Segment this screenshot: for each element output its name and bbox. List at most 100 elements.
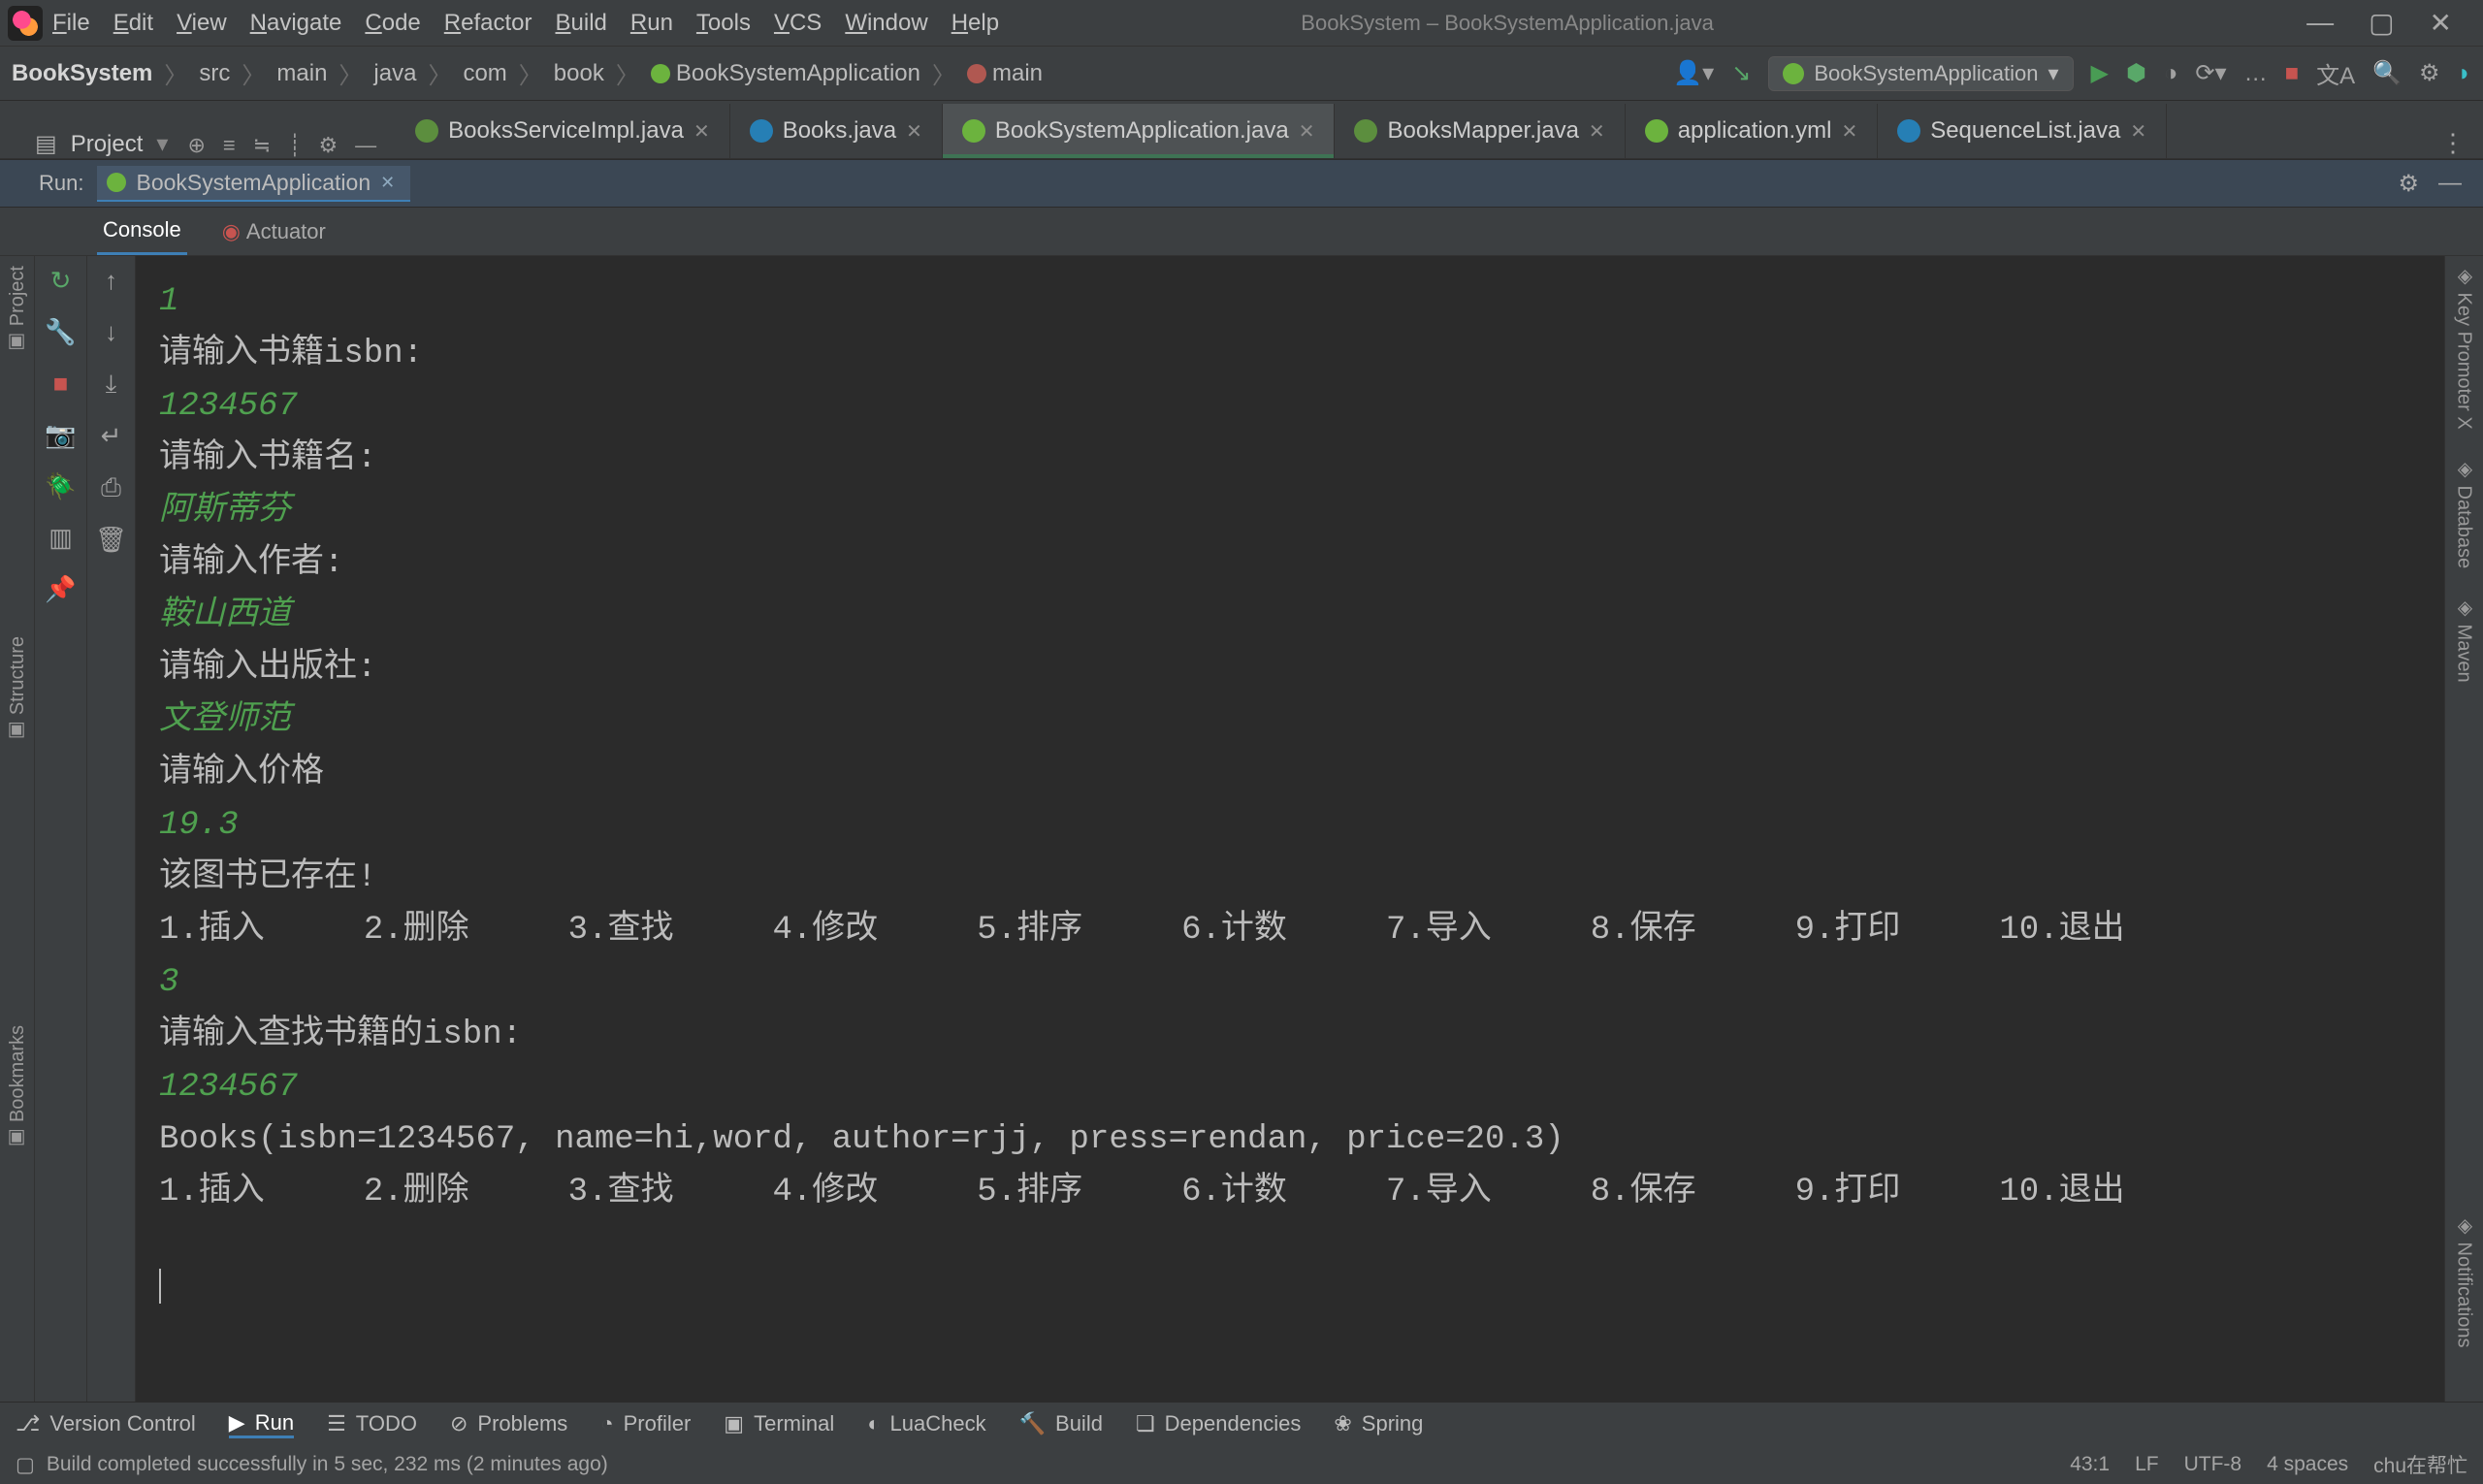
menu-run[interactable]: Run xyxy=(630,10,673,37)
settings-gear-icon[interactable]: ⚙ xyxy=(2419,59,2440,87)
crumb-main[interactable]: main xyxy=(276,60,327,87)
bottom-tool-dependencies[interactable]: ❏Dependencies xyxy=(1136,1411,1301,1436)
up-icon[interactable]: ↑ xyxy=(105,266,117,296)
close-icon[interactable]: ✕ xyxy=(2130,119,2146,144)
close-icon[interactable]: ✕ xyxy=(1841,119,1857,144)
run-icon[interactable]: ▶ xyxy=(2091,59,2109,87)
bottom-tool-run[interactable]: ▶Run xyxy=(229,1410,294,1438)
bottom-tool-terminal[interactable]: ▣Terminal xyxy=(724,1411,834,1436)
close-icon[interactable]: ✕ xyxy=(1589,119,1605,144)
user-icon[interactable]: 👤▾ xyxy=(1673,59,1714,87)
close-icon[interactable]: ✕ xyxy=(906,119,922,144)
select-opened-icon[interactable]: ⊕ xyxy=(187,133,205,158)
print-icon[interactable]: ⎙ xyxy=(101,472,121,503)
status-cell-1[interactable]: LF xyxy=(2135,1453,2159,1476)
console-caret[interactable] xyxy=(159,1261,2421,1313)
menu-vcs[interactable]: VCS xyxy=(774,10,822,37)
crumb-booksystemapplication[interactable]: BookSystemApplication xyxy=(651,60,920,87)
right-tool-key-promoter-x[interactable]: ◈ Key Promoter X xyxy=(2453,264,2476,430)
collapse-all-icon[interactable]: ≒ xyxy=(253,133,271,158)
crumb-booksystem[interactable]: BookSystem xyxy=(12,60,152,87)
menu-view[interactable]: View xyxy=(177,10,227,37)
project-tool[interactable]: ▣ Project xyxy=(6,266,29,355)
menu-window[interactable]: Window xyxy=(845,10,927,37)
maximize-icon[interactable]: ▢ xyxy=(2369,7,2394,39)
minimize-icon[interactable]: — xyxy=(2306,7,2334,39)
editor-tab-application-yml[interactable]: application.yml✕ xyxy=(1626,104,1879,158)
subtab-console[interactable]: Console xyxy=(97,208,187,255)
editor-tab-booksmapper-java[interactable]: BooksMapper.java✕ xyxy=(1335,104,1625,158)
console-output[interactable]: 1请输入书籍isbn:1234567请输入书籍名:阿斯蒂芬请输入作者:鞍山西道请… xyxy=(136,256,2444,1416)
more-tabs-icon[interactable]: ⋮ xyxy=(2440,128,2483,158)
stop-icon[interactable]: ■ xyxy=(2285,60,2300,87)
attach-icon[interactable]: … xyxy=(2244,60,2268,87)
editor-tab-booksystemapplication-java[interactable]: BookSystemApplication.java✕ xyxy=(943,104,1336,158)
pin-icon[interactable]: 📌 xyxy=(45,574,76,604)
menu-edit[interactable]: Edit xyxy=(113,10,153,37)
gear-icon[interactable]: ⚙ xyxy=(2398,170,2419,198)
right-tool-notifications[interactable]: ◈ Notifications xyxy=(2453,1213,2476,1348)
breadcrumb[interactable]: BookSystem〉src〉main〉java〉com〉book〉BookSy… xyxy=(12,56,1043,90)
right-tool-database[interactable]: ◈ Database xyxy=(2453,457,2476,568)
clear-icon[interactable]: 🗑 xyxy=(95,525,127,555)
hide-icon[interactable]: — xyxy=(355,133,376,158)
editor-tab-booksserviceimpl-java[interactable]: BooksServiceImpl.java✕ xyxy=(396,104,730,158)
bottom-tool-todo[interactable]: ☰TODO xyxy=(327,1411,417,1436)
translate-icon[interactable]: 文A xyxy=(2316,56,2355,90)
menu-navigate[interactable]: Navigate xyxy=(250,10,342,37)
menu-build[interactable]: Build xyxy=(556,10,607,37)
crumb-src[interactable]: src xyxy=(199,60,230,87)
status-cell-4[interactable]: chu在帮忙 xyxy=(2373,1450,2467,1479)
wrench-icon[interactable]: 🔧 xyxy=(45,317,76,347)
close-icon[interactable]: ✕ xyxy=(1299,119,1315,144)
bottom-tool-problems[interactable]: ⊘Problems xyxy=(450,1411,567,1436)
bottom-tool-spring[interactable]: ❀Spring xyxy=(1334,1411,1423,1436)
close-icon[interactable]: ✕ xyxy=(380,173,395,193)
coverage-icon[interactable]: ◑ xyxy=(2164,60,2178,87)
structure-tool[interactable]: ▣ Structure xyxy=(6,636,29,744)
run-configuration-dropdown[interactable]: BookSystemApplication ▾ xyxy=(1768,56,2073,91)
soft-wrap-icon[interactable]: ↵ xyxy=(101,421,122,451)
profile-icon[interactable]: ⟳▾ xyxy=(2195,59,2226,87)
menu-tools[interactable]: Tools xyxy=(696,10,751,37)
bug-icon[interactable]: 🪲 xyxy=(45,471,76,501)
crumb-com[interactable]: com xyxy=(463,60,506,87)
status-hide-icon[interactable]: ▢ xyxy=(16,1453,35,1477)
screenshot-icon[interactable]: 📷 xyxy=(45,420,76,450)
crumb-main[interactable]: main xyxy=(967,60,1043,87)
menu-code[interactable]: Code xyxy=(365,10,420,37)
editor-tab-books-java[interactable]: Books.java✕ xyxy=(730,104,943,158)
down-icon[interactable]: ↓ xyxy=(105,317,117,347)
close-icon[interactable]: ✕ xyxy=(693,119,710,144)
project-tool-header[interactable]: ▤ Project ▾ xyxy=(35,130,168,158)
hide-icon[interactable]: — xyxy=(2438,170,2462,198)
debug-icon[interactable]: ⬢ xyxy=(2126,59,2146,87)
code-with-me-icon[interactable]: ◗ xyxy=(2458,60,2472,87)
bottom-tool-version-control[interactable]: ⎇Version Control xyxy=(16,1411,196,1436)
rerun-icon[interactable]: ↻ xyxy=(50,266,72,296)
layout-icon[interactable]: ▥ xyxy=(48,523,73,553)
close-icon[interactable]: ✕ xyxy=(2430,7,2452,39)
stop-icon[interactable]: ■ xyxy=(53,369,69,399)
crumb-book[interactable]: book xyxy=(554,60,604,87)
menu-refactor[interactable]: Refactor xyxy=(444,10,532,37)
bottom-tool-luacheck[interactable]: ◐LuaCheck xyxy=(867,1411,985,1436)
bottom-tool-profiler[interactable]: ◔Profiler xyxy=(600,1411,691,1436)
bookmarks-tool[interactable]: ▣ Bookmarks xyxy=(6,1025,29,1151)
build-hammer-icon[interactable]: ↘ xyxy=(1731,59,1751,87)
editor-tab-sequencelist-java[interactable]: SequenceList.java✕ xyxy=(1878,104,2167,158)
expand-all-icon[interactable]: ≡ xyxy=(223,133,236,158)
menu-help[interactable]: Help xyxy=(951,10,999,37)
bottom-tool-build[interactable]: 🔨Build xyxy=(1019,1411,1103,1436)
gear-icon[interactable]: ⚙ xyxy=(318,133,338,158)
subtab-actuator[interactable]: ◉Actuator xyxy=(216,210,332,254)
right-tool-maven[interactable]: ◈ Maven xyxy=(2453,596,2476,683)
search-everywhere-icon[interactable]: 🔍 xyxy=(2372,59,2402,87)
status-cell-3[interactable]: 4 spaces xyxy=(2267,1453,2348,1476)
crumb-java[interactable]: java xyxy=(373,60,416,87)
export-icon[interactable]: ⤓ xyxy=(106,369,117,400)
status-cell-0[interactable]: 43:1 xyxy=(2070,1453,2110,1476)
run-session-tab[interactable]: BookSystemApplication ✕ xyxy=(97,166,410,202)
status-cell-2[interactable]: UTF-8 xyxy=(2184,1453,2242,1476)
menu-file[interactable]: File xyxy=(52,10,90,37)
